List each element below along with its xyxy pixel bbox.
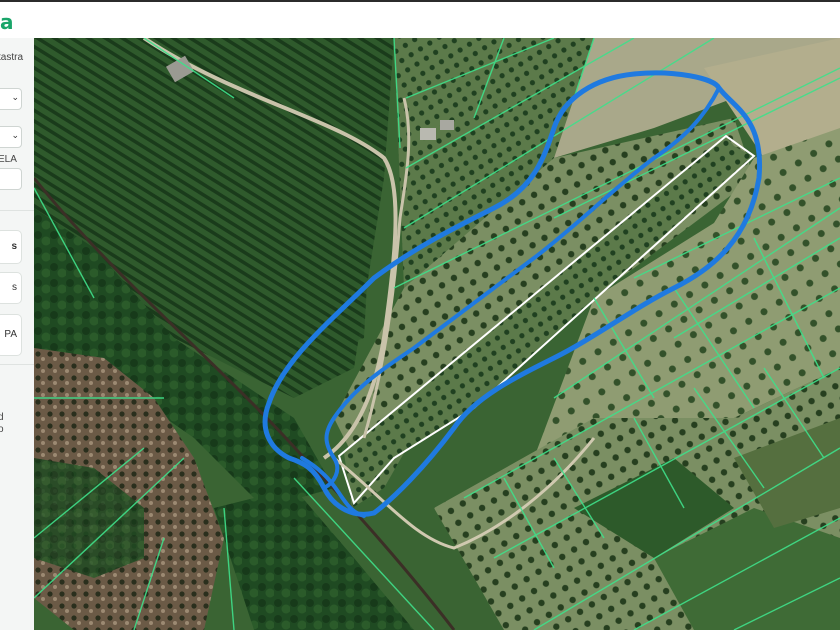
satellite-map[interactable] — [34, 38, 840, 630]
sidebar-option-card-3[interactable]: PA — [0, 314, 22, 356]
municipality-select[interactable]: ⌄ — [0, 88, 22, 110]
sidebar-divider — [0, 364, 34, 365]
card-label: PA — [4, 329, 17, 340]
sidebar-option-card-1[interactable]: s — [0, 230, 22, 264]
sidebar-divider — [0, 210, 34, 211]
cadastre-label: tastra — [0, 52, 24, 63]
section-select[interactable]: ⌄ — [0, 126, 22, 148]
card-label: s — [11, 241, 17, 252]
chevron-down-icon: ⌄ — [11, 92, 19, 102]
app-logo[interactable]: a — [0, 10, 14, 34]
parcel-number-input[interactable] — [0, 168, 22, 190]
footnote-line-1: d — [0, 412, 4, 423]
building — [440, 120, 454, 130]
app-header: a — [0, 2, 840, 39]
footnote-line-2: o — [0, 424, 4, 435]
building — [420, 128, 436, 140]
card-label: s — [12, 282, 17, 293]
map-canvas[interactable] — [34, 38, 840, 630]
parcel-label: ELA — [0, 154, 17, 165]
sidebar-option-card-2[interactable]: s — [0, 272, 22, 304]
chevron-down-icon: ⌄ — [11, 130, 19, 140]
sidebar-panel: tastra ⌄ ⌄ ELA s s PA d o — [0, 38, 35, 630]
